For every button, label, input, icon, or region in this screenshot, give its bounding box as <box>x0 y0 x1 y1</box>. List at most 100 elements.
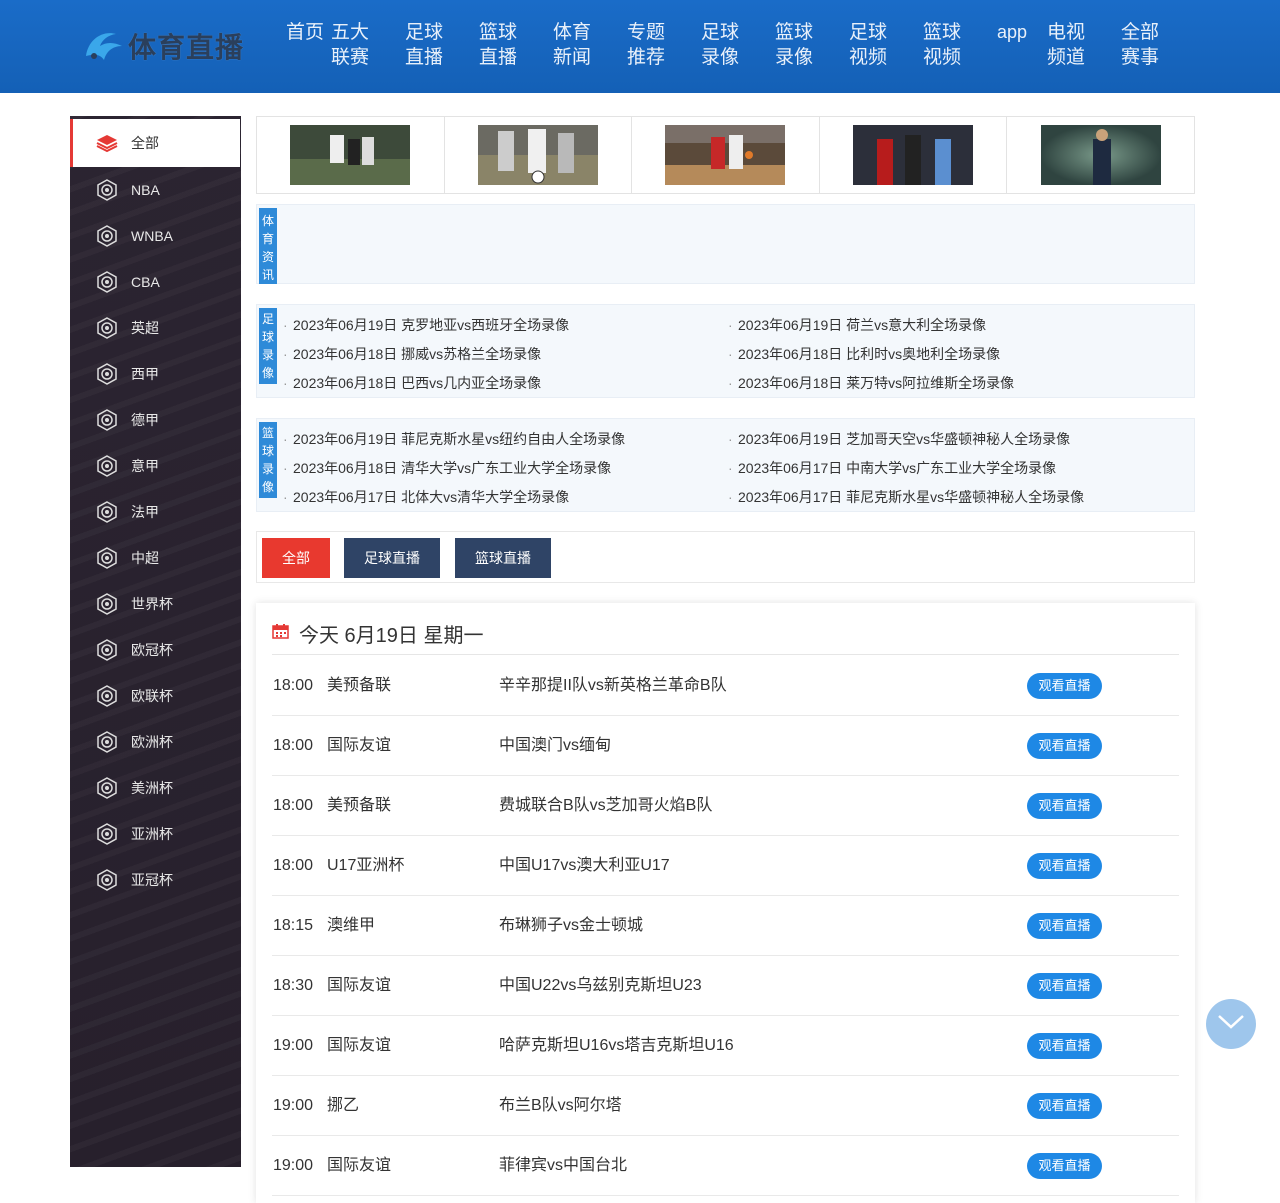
basketball-replay-link[interactable]: 2023年06月17日 北体大vs清华大学全场录像 <box>283 483 728 512</box>
league-sidebar: 全部 NBA WNBA CBA 英超 西甲 德甲 意甲 法甲 中超 世界杯 欧冠杯 欧联杯 欧洲杯 美洲杯亚… <box>70 116 241 1167</box>
schedule-row: 19:00 国际友谊 菲律宾vs中国台北 观看直播 <box>272 1136 1179 1196</box>
thumbnail-3[interactable] <box>632 117 820 193</box>
watch-live-button[interactable]: 观看直播 <box>1027 1033 1102 1059</box>
basketball-replay-label: 篮球录像 <box>259 422 277 498</box>
site-logo[interactable]: 体育直播 <box>82 24 244 68</box>
watch-live-button[interactable]: 观看直播 <box>1027 913 1102 939</box>
match-time: 18:00 <box>273 737 314 754</box>
match-time: 18:00 <box>273 677 314 694</box>
football-replay-box: 足球录像 2023年06月19日 克罗地亚vs西班牙全场录像2023年06月19… <box>256 304 1195 398</box>
nav-item-2[interactable]: 足球直播 <box>405 20 447 70</box>
thumbnail-1[interactable] <box>257 117 445 193</box>
basketball-replay-link[interactable]: 2023年06月19日 芝加哥天空vs华盛顿神秘人全场录像 <box>728 425 1173 454</box>
match-time: 18:15 <box>273 917 314 934</box>
sidebar-item-13[interactable]: 欧洲杯 <box>70 719 241 765</box>
sidebar-item-12[interactable]: 欧联杯 <box>70 673 241 719</box>
nav-item-5[interactable]: 专题推荐 <box>627 20 669 70</box>
filter-basketball-button[interactable]: 篮球直播 <box>455 538 551 578</box>
football-replay-link[interactable]: 2023年06月18日 莱万特vs阿拉维斯全场录像 <box>728 369 1173 398</box>
sidebar-item-8[interactable]: 法甲 <box>70 489 241 535</box>
badge-icon <box>96 455 118 477</box>
thumbnail-2[interactable] <box>445 117 633 193</box>
nav-item-label: 足球视频 <box>849 22 888 68</box>
sidebar-item-0[interactable]: 全部 <box>70 119 240 167</box>
sidebar-item-14[interactable]: 美洲杯 <box>70 765 241 811</box>
basketball-replay-link[interactable]: 2023年06月18日 清华大学vs广东工业大学全场录像 <box>283 454 728 483</box>
nav-item-label: app <box>997 22 1028 42</box>
sidebar-item-6[interactable]: 德甲 <box>70 397 241 443</box>
site-header: 体育直播 首页 五大联赛 足球直播 篮球直播 体育新闻 专题推荐 足球录像 篮球录像 足球视频篮… <box>0 0 1280 93</box>
basketball-photo <box>665 125 786 185</box>
football-replay-link[interactable]: 2023年06月18日 巴西vs几内亚全场录像 <box>283 369 728 398</box>
badge-icon <box>96 731 118 753</box>
match-teams[interactable]: 布兰B队vs阿尔塔 <box>499 1076 622 1136</box>
scroll-down-button[interactable] <box>1206 999 1256 1049</box>
nav-item-4[interactable]: 体育新闻 <box>553 20 595 70</box>
schedule-row: 18:00 美预备联 辛辛那提II队vs新英格兰革命B队 观看直播 <box>272 656 1179 716</box>
thumbnail-4[interactable] <box>820 117 1008 193</box>
match-league: 国际友谊 <box>327 1037 392 1054</box>
watch-live-button[interactable]: 观看直播 <box>1027 673 1102 699</box>
nav-item-1[interactable]: 五大联赛 <box>331 20 373 70</box>
sidebar-item-1[interactable]: NBA <box>70 167 241 213</box>
match-teams[interactable]: 中国澳门vs缅甸 <box>499 716 611 776</box>
sidebar-item-15[interactable]: 亚洲杯 <box>70 811 241 857</box>
nav-item-10[interactable]: app <box>997 20 1039 45</box>
basketball-replay-link[interactable]: 2023年06月17日 菲尼克斯水星vs华盛顿神秘人全场录像 <box>728 483 1173 512</box>
sidebar-item-5[interactable]: 西甲 <box>70 351 241 397</box>
watch-live-button[interactable]: 观看直播 <box>1027 853 1102 879</box>
football-replay-link[interactable]: 2023年06月19日 荷兰vs意大利全场录像 <box>728 311 1173 340</box>
nav-item-12[interactable]: 全部赛事 <box>1121 20 1163 70</box>
nav-item-0[interactable]: 首页 <box>286 20 328 45</box>
filter-bar: 全部 足球直播 篮球直播 <box>256 531 1195 583</box>
badge-icon <box>96 225 118 247</box>
basketball-replay-link[interactable]: 2023年06月19日 菲尼克斯水星vs纽约自由人全场录像 <box>283 425 728 454</box>
watch-live-button[interactable]: 观看直播 <box>1027 733 1102 759</box>
sidebar-item-9[interactable]: 中超 <box>70 535 241 581</box>
nav-item-11[interactable]: 电视频道 <box>1047 20 1089 70</box>
nav-item-7[interactable]: 篮球录像 <box>775 20 817 70</box>
nav-item-8[interactable]: 足球视频 <box>849 20 891 70</box>
sidebar-item-4[interactable]: 英超 <box>70 305 241 351</box>
match-teams[interactable]: 菲律宾vs中国台北 <box>499 1136 627 1196</box>
schedule-row: 18:30 国际友谊 中国U22vs乌兹别克斯坦U23 观看直播 <box>272 956 1179 1016</box>
thumbnail-5[interactable] <box>1007 117 1194 193</box>
sidebar-item-2[interactable]: WNBA <box>70 213 241 259</box>
match-teams[interactable]: 哈萨克斯坦U16vs塔吉克斯坦U16 <box>499 1016 734 1076</box>
sidebar-item-label: 意甲 <box>131 458 159 474</box>
football-replay-link[interactable]: 2023年06月19日 克罗地亚vs西班牙全场录像 <box>283 311 728 340</box>
sidebar-item-3[interactable]: CBA <box>70 259 241 305</box>
filter-football-button[interactable]: 足球直播 <box>344 538 440 578</box>
watch-live-button[interactable]: 观看直播 <box>1027 793 1102 819</box>
sidebar-item-7[interactable]: 意甲 <box>70 443 241 489</box>
match-teams[interactable]: 布琳狮子vs金士顿城 <box>499 896 643 956</box>
match-teams[interactable]: 费城联合B队vs芝加哥火焰B队 <box>499 776 712 836</box>
basketball-replay-link[interactable]: 2023年06月17日 中南大学vs广东工业大学全场录像 <box>728 454 1173 483</box>
nav-item-3[interactable]: 篮球直播 <box>479 20 521 70</box>
badge-icon <box>96 639 118 661</box>
sidebar-item-label: 欧洲杯 <box>131 734 173 750</box>
basketball-replay-list: 2023年06月19日 菲尼克斯水星vs纽约自由人全场录像2023年06月19日… <box>283 425 1183 512</box>
badge-icon <box>96 777 118 799</box>
football-replay-link[interactable]: 2023年06月18日 挪威vs苏格兰全场录像 <box>283 340 728 369</box>
watch-live-button[interactable]: 观看直播 <box>1027 1153 1102 1179</box>
badge-icon <box>96 317 118 339</box>
nav-item-label: 篮球视频 <box>923 22 962 68</box>
nav-item-label: 全部赛事 <box>1121 22 1160 68</box>
nav-item-9[interactable]: 篮球视频 <box>923 20 965 70</box>
schedule-row: 19:00 挪乙 布兰B队vs阿尔塔 观看直播 <box>272 1076 1179 1136</box>
sidebar-item-10[interactable]: 世界杯 <box>70 581 241 627</box>
filter-all-button[interactable]: 全部 <box>262 538 330 578</box>
schedule-date-title: 今天 6月19日 星期一 <box>299 625 484 647</box>
football-replay-link[interactable]: 2023年06月18日 比利时vs奥地利全场录像 <box>728 340 1173 369</box>
match-teams[interactable]: 辛辛那提II队vs新英格兰革命B队 <box>499 656 727 716</box>
sidebar-item-11[interactable]: 欧冠杯 <box>70 627 241 673</box>
sidebar-item-label: CBA <box>131 274 160 290</box>
watch-live-button[interactable]: 观看直播 <box>1027 973 1102 999</box>
nav-item-6[interactable]: 足球录像 <box>701 20 743 70</box>
sidebar-item-label: NBA <box>131 182 160 198</box>
watch-live-button[interactable]: 观看直播 <box>1027 1093 1102 1119</box>
match-teams[interactable]: 中国U17vs澳大利亚U17 <box>499 836 670 896</box>
match-teams[interactable]: 中国U22vs乌兹别克斯坦U23 <box>499 956 702 1016</box>
sidebar-item-16[interactable]: 亚冠杯 <box>70 857 241 903</box>
